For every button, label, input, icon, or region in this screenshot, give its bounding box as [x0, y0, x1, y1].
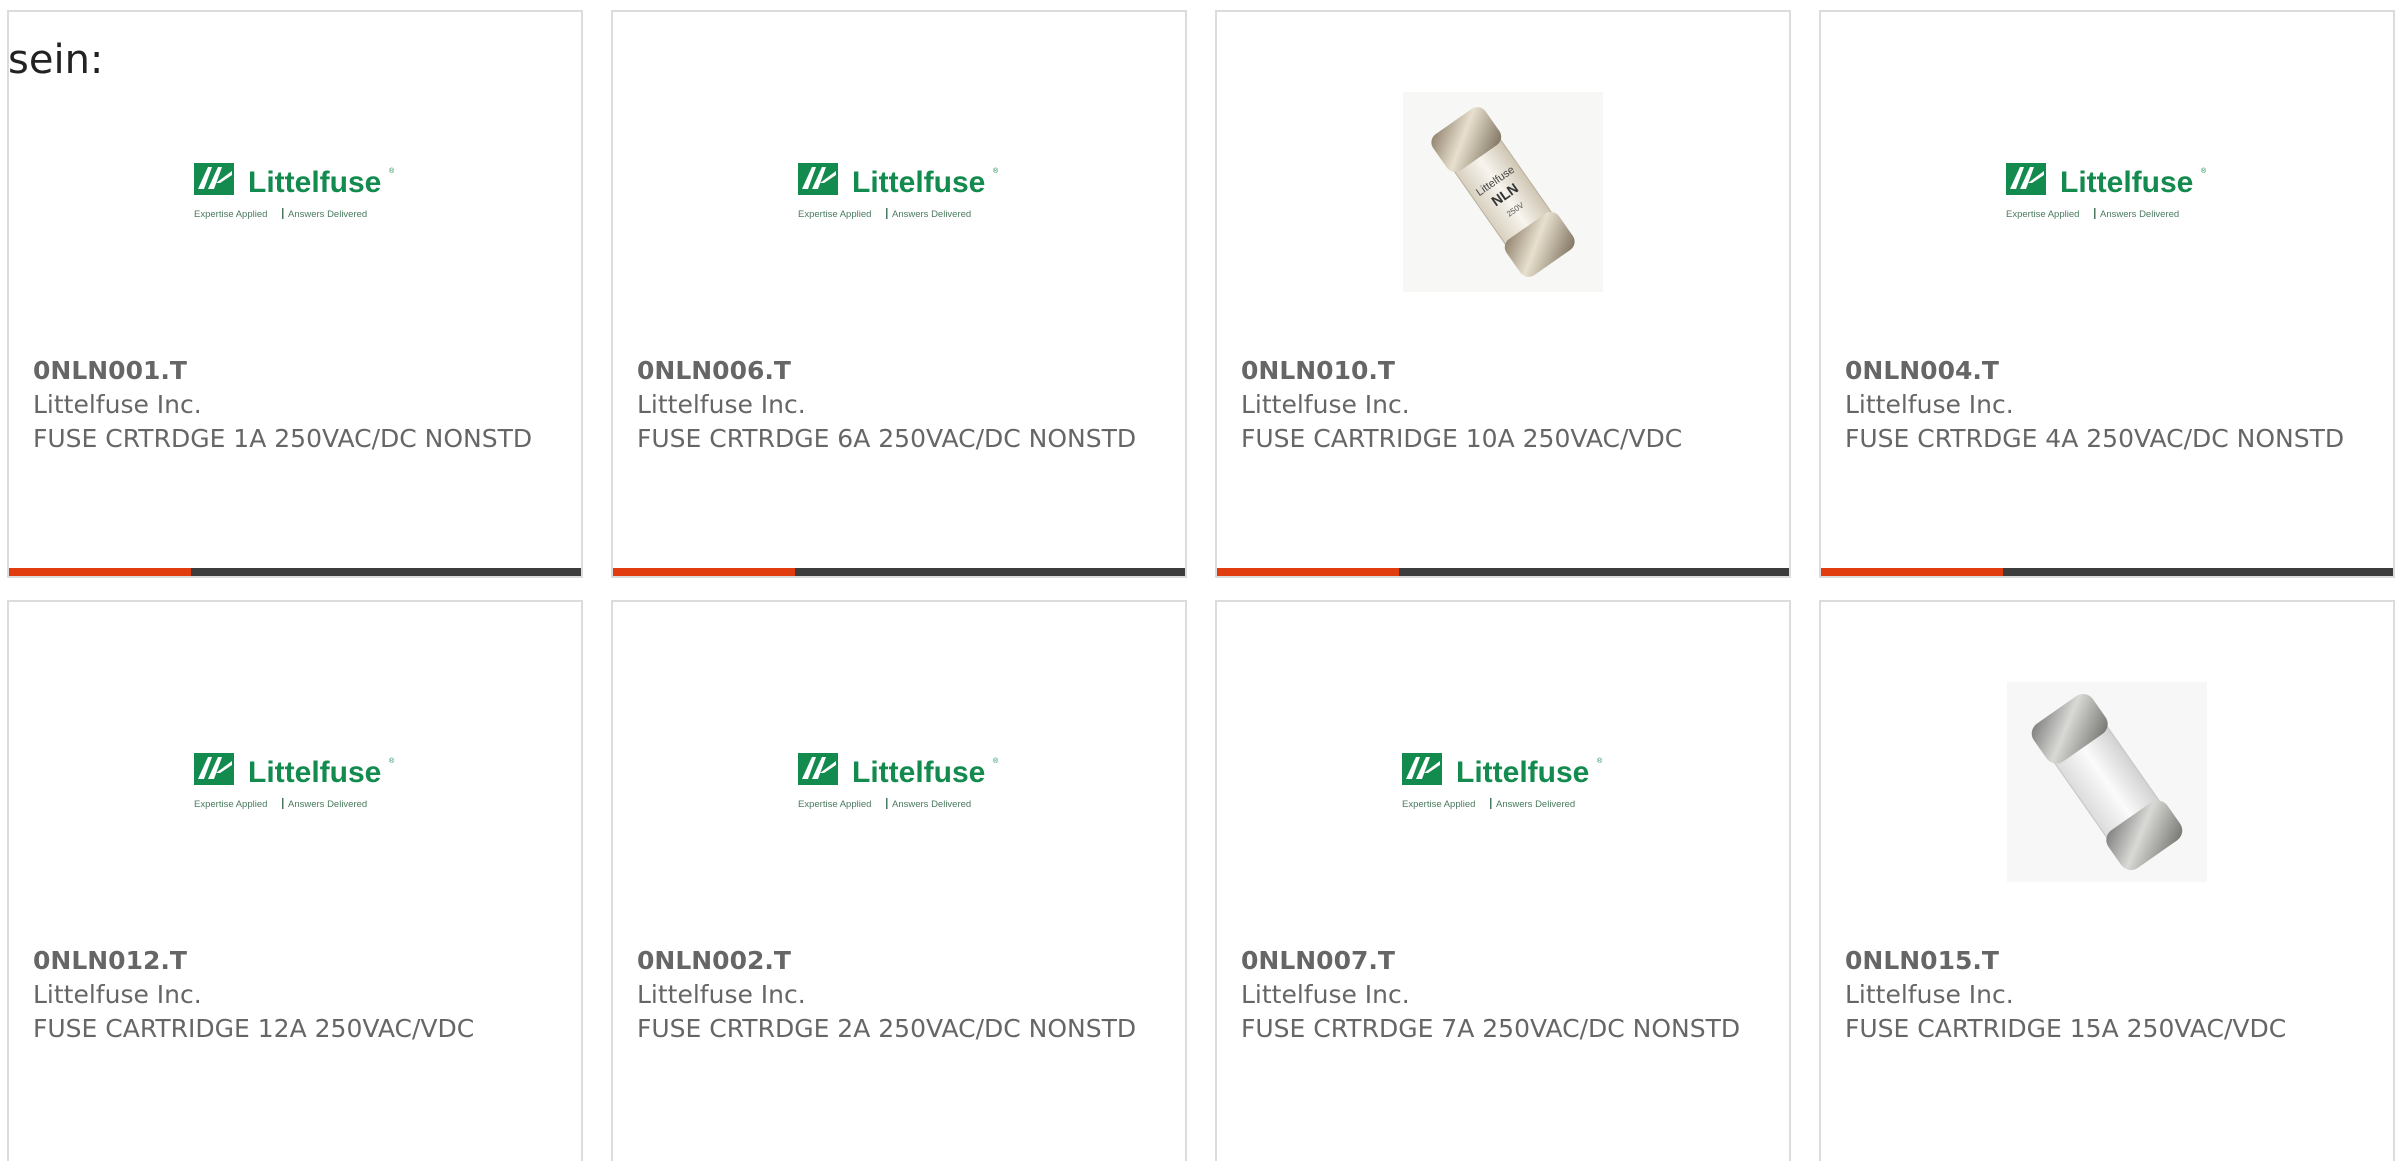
- product-info: 0NLN015.T Littelfuse Inc. FUSE CARTRIDGE…: [1845, 944, 2369, 1046]
- part-number-link[interactable]: 0NLN007.T: [1241, 944, 1765, 978]
- product-description: FUSE CARTRIDGE 15A 250VAC/VDC: [1845, 1014, 2287, 1043]
- product-info: 0NLN004.T Littelfuse Inc. FUSE CRTRDGE 4…: [1845, 354, 2369, 456]
- product-info: 0NLN001.T Littelfuse Inc. FUSE CRTRDGE 1…: [33, 354, 557, 456]
- card-footer-bar: [9, 568, 581, 576]
- product-description: FUSE CARTRIDGE 12A 250VAC/VDC: [33, 1014, 475, 1043]
- card-accent-bar: [9, 568, 191, 576]
- product-info: 0NLN012.T Littelfuse Inc. FUSE CARTRIDGE…: [33, 944, 557, 1046]
- product-card[interactable]: 0NLN012.T Littelfuse Inc. FUSE CARTRIDGE…: [7, 600, 583, 1161]
- product-card[interactable]: 0NLN007.T Littelfuse Inc. FUSE CRTRDGE 7…: [1215, 600, 1791, 1161]
- manufacturer-name: Littelfuse Inc.: [1241, 980, 1410, 1009]
- product-description: FUSE CARTRIDGE 10A 250VAC/VDC: [1241, 424, 1683, 453]
- part-number-link[interactable]: 0NLN001.T: [33, 354, 557, 388]
- manufacturer-name: Littelfuse Inc.: [1845, 390, 2014, 419]
- fuse-photo-icon: [2007, 682, 2207, 882]
- product-card[interactable]: 0NLN001.T Littelfuse Inc. FUSE CRTRDGE 1…: [7, 10, 583, 578]
- product-description: FUSE CRTRDGE 7A 250VAC/DC NONSTD: [1241, 1014, 1741, 1043]
- fuse-photo-icon: [1403, 92, 1603, 292]
- littelfuse-logo-icon: [1400, 749, 1606, 815]
- product-thumbnail[interactable]: [1217, 672, 1789, 892]
- product-card[interactable]: 0NLN010.T Littelfuse Inc. FUSE CARTRIDGE…: [1215, 10, 1791, 578]
- product-description: FUSE CRTRDGE 4A 250VAC/DC NONSTD: [1845, 424, 2345, 453]
- manufacturer-name: Littelfuse Inc.: [637, 390, 806, 419]
- manufacturer-name: Littelfuse Inc.: [33, 980, 202, 1009]
- product-description: FUSE CRTRDGE 1A 250VAC/DC NONSTD: [33, 424, 533, 453]
- card-accent-bar: [1217, 568, 1399, 576]
- manufacturer-name: Littelfuse Inc.: [637, 980, 806, 1009]
- littelfuse-logo-icon: [796, 749, 1002, 815]
- littelfuse-logo-icon: [192, 159, 398, 225]
- part-number-link[interactable]: 0NLN015.T: [1845, 944, 2369, 978]
- manufacturer-name: Littelfuse Inc.: [33, 390, 202, 419]
- card-footer-bar: [613, 568, 1185, 576]
- product-description: FUSE CRTRDGE 6A 250VAC/DC NONSTD: [637, 424, 1137, 453]
- littelfuse-logo-icon: [2004, 159, 2210, 225]
- product-card[interactable]: 0NLN004.T Littelfuse Inc. FUSE CRTRDGE 4…: [1819, 10, 2395, 578]
- littelfuse-logo-icon: [796, 159, 1002, 225]
- intro-text: sein:: [8, 37, 104, 83]
- product-card[interactable]: 0NLN002.T Littelfuse Inc. FUSE CRTRDGE 2…: [611, 600, 1187, 1161]
- manufacturer-name: Littelfuse Inc.: [1241, 390, 1410, 419]
- product-description: FUSE CRTRDGE 2A 250VAC/DC NONSTD: [637, 1014, 1137, 1043]
- card-accent-bar: [1821, 568, 2003, 576]
- part-number-link[interactable]: 0NLN004.T: [1845, 354, 2369, 388]
- littelfuse-logo-icon: [192, 749, 398, 815]
- product-card[interactable]: 0NLN015.T Littelfuse Inc. FUSE CARTRIDGE…: [1819, 600, 2395, 1161]
- product-thumbnail[interactable]: [9, 82, 581, 302]
- card-footer-bar: [1217, 568, 1789, 576]
- product-info: 0NLN010.T Littelfuse Inc. FUSE CARTRIDGE…: [1241, 354, 1765, 456]
- product-thumbnail[interactable]: [1217, 82, 1789, 302]
- part-number-link[interactable]: 0NLN006.T: [637, 354, 1161, 388]
- product-thumbnail[interactable]: [1821, 672, 2393, 892]
- product-thumbnail[interactable]: [9, 672, 581, 892]
- search-results-page: sein: 0NLN001.T Littelfuse Inc. FUSE CRT…: [0, 0, 2400, 1161]
- card-footer-bar: [1821, 568, 2393, 576]
- product-info: 0NLN006.T Littelfuse Inc. FUSE CRTRDGE 6…: [637, 354, 1161, 456]
- product-card[interactable]: 0NLN006.T Littelfuse Inc. FUSE CRTRDGE 6…: [611, 10, 1187, 578]
- product-thumbnail[interactable]: [613, 82, 1185, 302]
- product-info: 0NLN007.T Littelfuse Inc. FUSE CRTRDGE 7…: [1241, 944, 1765, 1046]
- manufacturer-name: Littelfuse Inc.: [1845, 980, 2014, 1009]
- part-number-link[interactable]: 0NLN012.T: [33, 944, 557, 978]
- part-number-link[interactable]: 0NLN010.T: [1241, 354, 1765, 388]
- card-accent-bar: [613, 568, 795, 576]
- product-thumbnail[interactable]: [1821, 82, 2393, 302]
- product-thumbnail[interactable]: [613, 672, 1185, 892]
- part-number-link[interactable]: 0NLN002.T: [637, 944, 1161, 978]
- product-info: 0NLN002.T Littelfuse Inc. FUSE CRTRDGE 2…: [637, 944, 1161, 1046]
